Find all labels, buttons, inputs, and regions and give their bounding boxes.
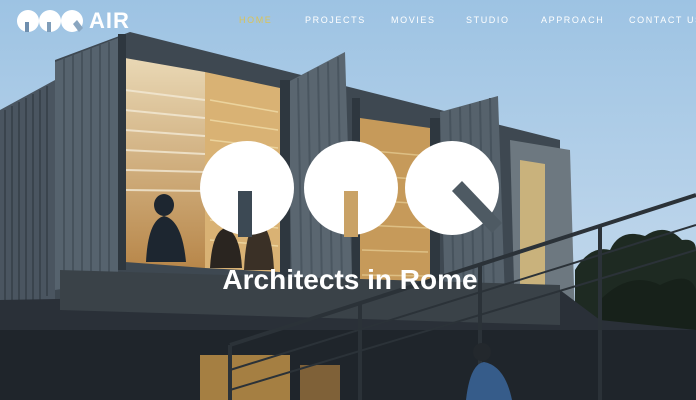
- nav-item-approach[interactable]: APPROACH: [541, 13, 604, 27]
- page: AIR HOME PROJECTS MOVIES STUDIO APPROACH…: [0, 0, 696, 400]
- nav-item-projects[interactable]: PROJECTS: [305, 13, 366, 27]
- aoq-hero-logo-icon: [200, 141, 502, 237]
- nav-item-studio[interactable]: STUDIO: [466, 13, 510, 27]
- main-navigation: HOME PROJECTS MOVIES STUDIO APPROACH CON…: [0, 13, 696, 27]
- nav-item-home[interactable]: HOME: [239, 13, 272, 27]
- nav-item-contact-us[interactable]: CONTACT US: [629, 13, 696, 27]
- hero-title: Architects in Rome: [222, 264, 478, 295]
- nav-item-movies[interactable]: MOVIES: [391, 13, 436, 27]
